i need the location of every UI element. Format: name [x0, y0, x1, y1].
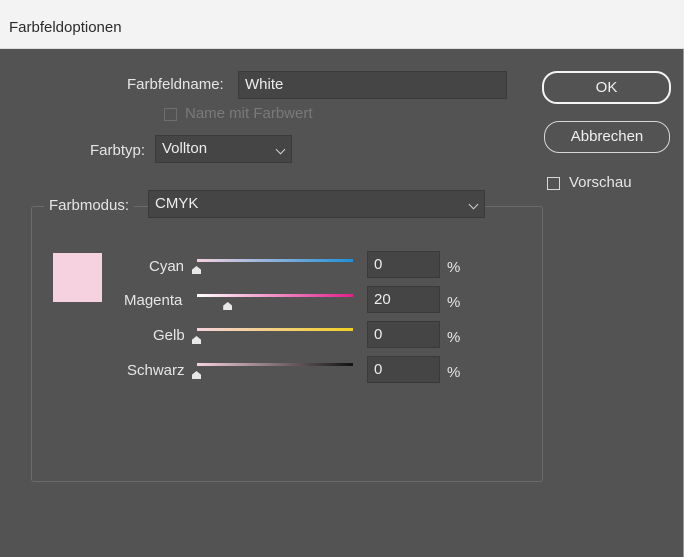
black-value-input[interactable]: 0 — [367, 356, 440, 383]
black-unit: % — [447, 364, 461, 381]
cyan-label: Cyan — [149, 258, 185, 275]
yellow-slider-track[interactable] — [197, 328, 353, 331]
color-type-value: Vollton — [162, 140, 208, 157]
magenta-unit: % — [447, 294, 461, 311]
swatch-options-dialog: Farbfeldoptionen Farbfeldname: White Nam… — [0, 0, 684, 557]
preview-label: Vorschau — [569, 174, 632, 191]
color-mode-value: CMYK — [155, 195, 199, 212]
yellow-unit: % — [447, 329, 461, 346]
window-title: Farbfeldoptionen — [9, 19, 122, 36]
color-type-dropdown[interactable]: Vollton — [155, 135, 292, 163]
chevron-down-icon — [275, 144, 286, 155]
ok-button[interactable]: OK — [542, 71, 671, 104]
color-swatch-preview — [53, 253, 102, 302]
cyan-slider-track[interactable] — [197, 259, 353, 262]
chevron-down-icon — [468, 199, 479, 210]
swatch-name-input[interactable]: White — [238, 71, 507, 99]
yellow-value-input[interactable]: 0 — [367, 321, 440, 348]
black-slider-track[interactable] — [197, 363, 353, 366]
cyan-unit: % — [447, 259, 461, 276]
yellow-label: Gelb — [153, 327, 185, 344]
magenta-slider-track[interactable] — [197, 294, 353, 297]
name-with-value-label: Name mit Farbwert — [185, 105, 313, 122]
swatch-name-label: Farbfeldname: — [127, 76, 224, 93]
name-with-value-checkbox[interactable] — [164, 108, 177, 121]
color-mode-dropdown[interactable]: CMYK — [148, 190, 485, 218]
magenta-value-input[interactable]: 20 — [367, 286, 440, 313]
black-label: Schwarz — [127, 362, 185, 379]
color-mode-label: Farbmodus: — [44, 197, 135, 214]
title-bar[interactable]: Farbfeldoptionen — [0, 0, 684, 49]
color-mode-group — [31, 206, 543, 482]
preview-checkbox[interactable] — [547, 177, 560, 190]
cancel-button[interactable]: Abbrechen — [544, 121, 670, 153]
magenta-label: Magenta — [124, 292, 183, 309]
cyan-value-input[interactable]: 0 — [367, 251, 440, 278]
color-type-label: Farbtyp: — [90, 142, 146, 159]
